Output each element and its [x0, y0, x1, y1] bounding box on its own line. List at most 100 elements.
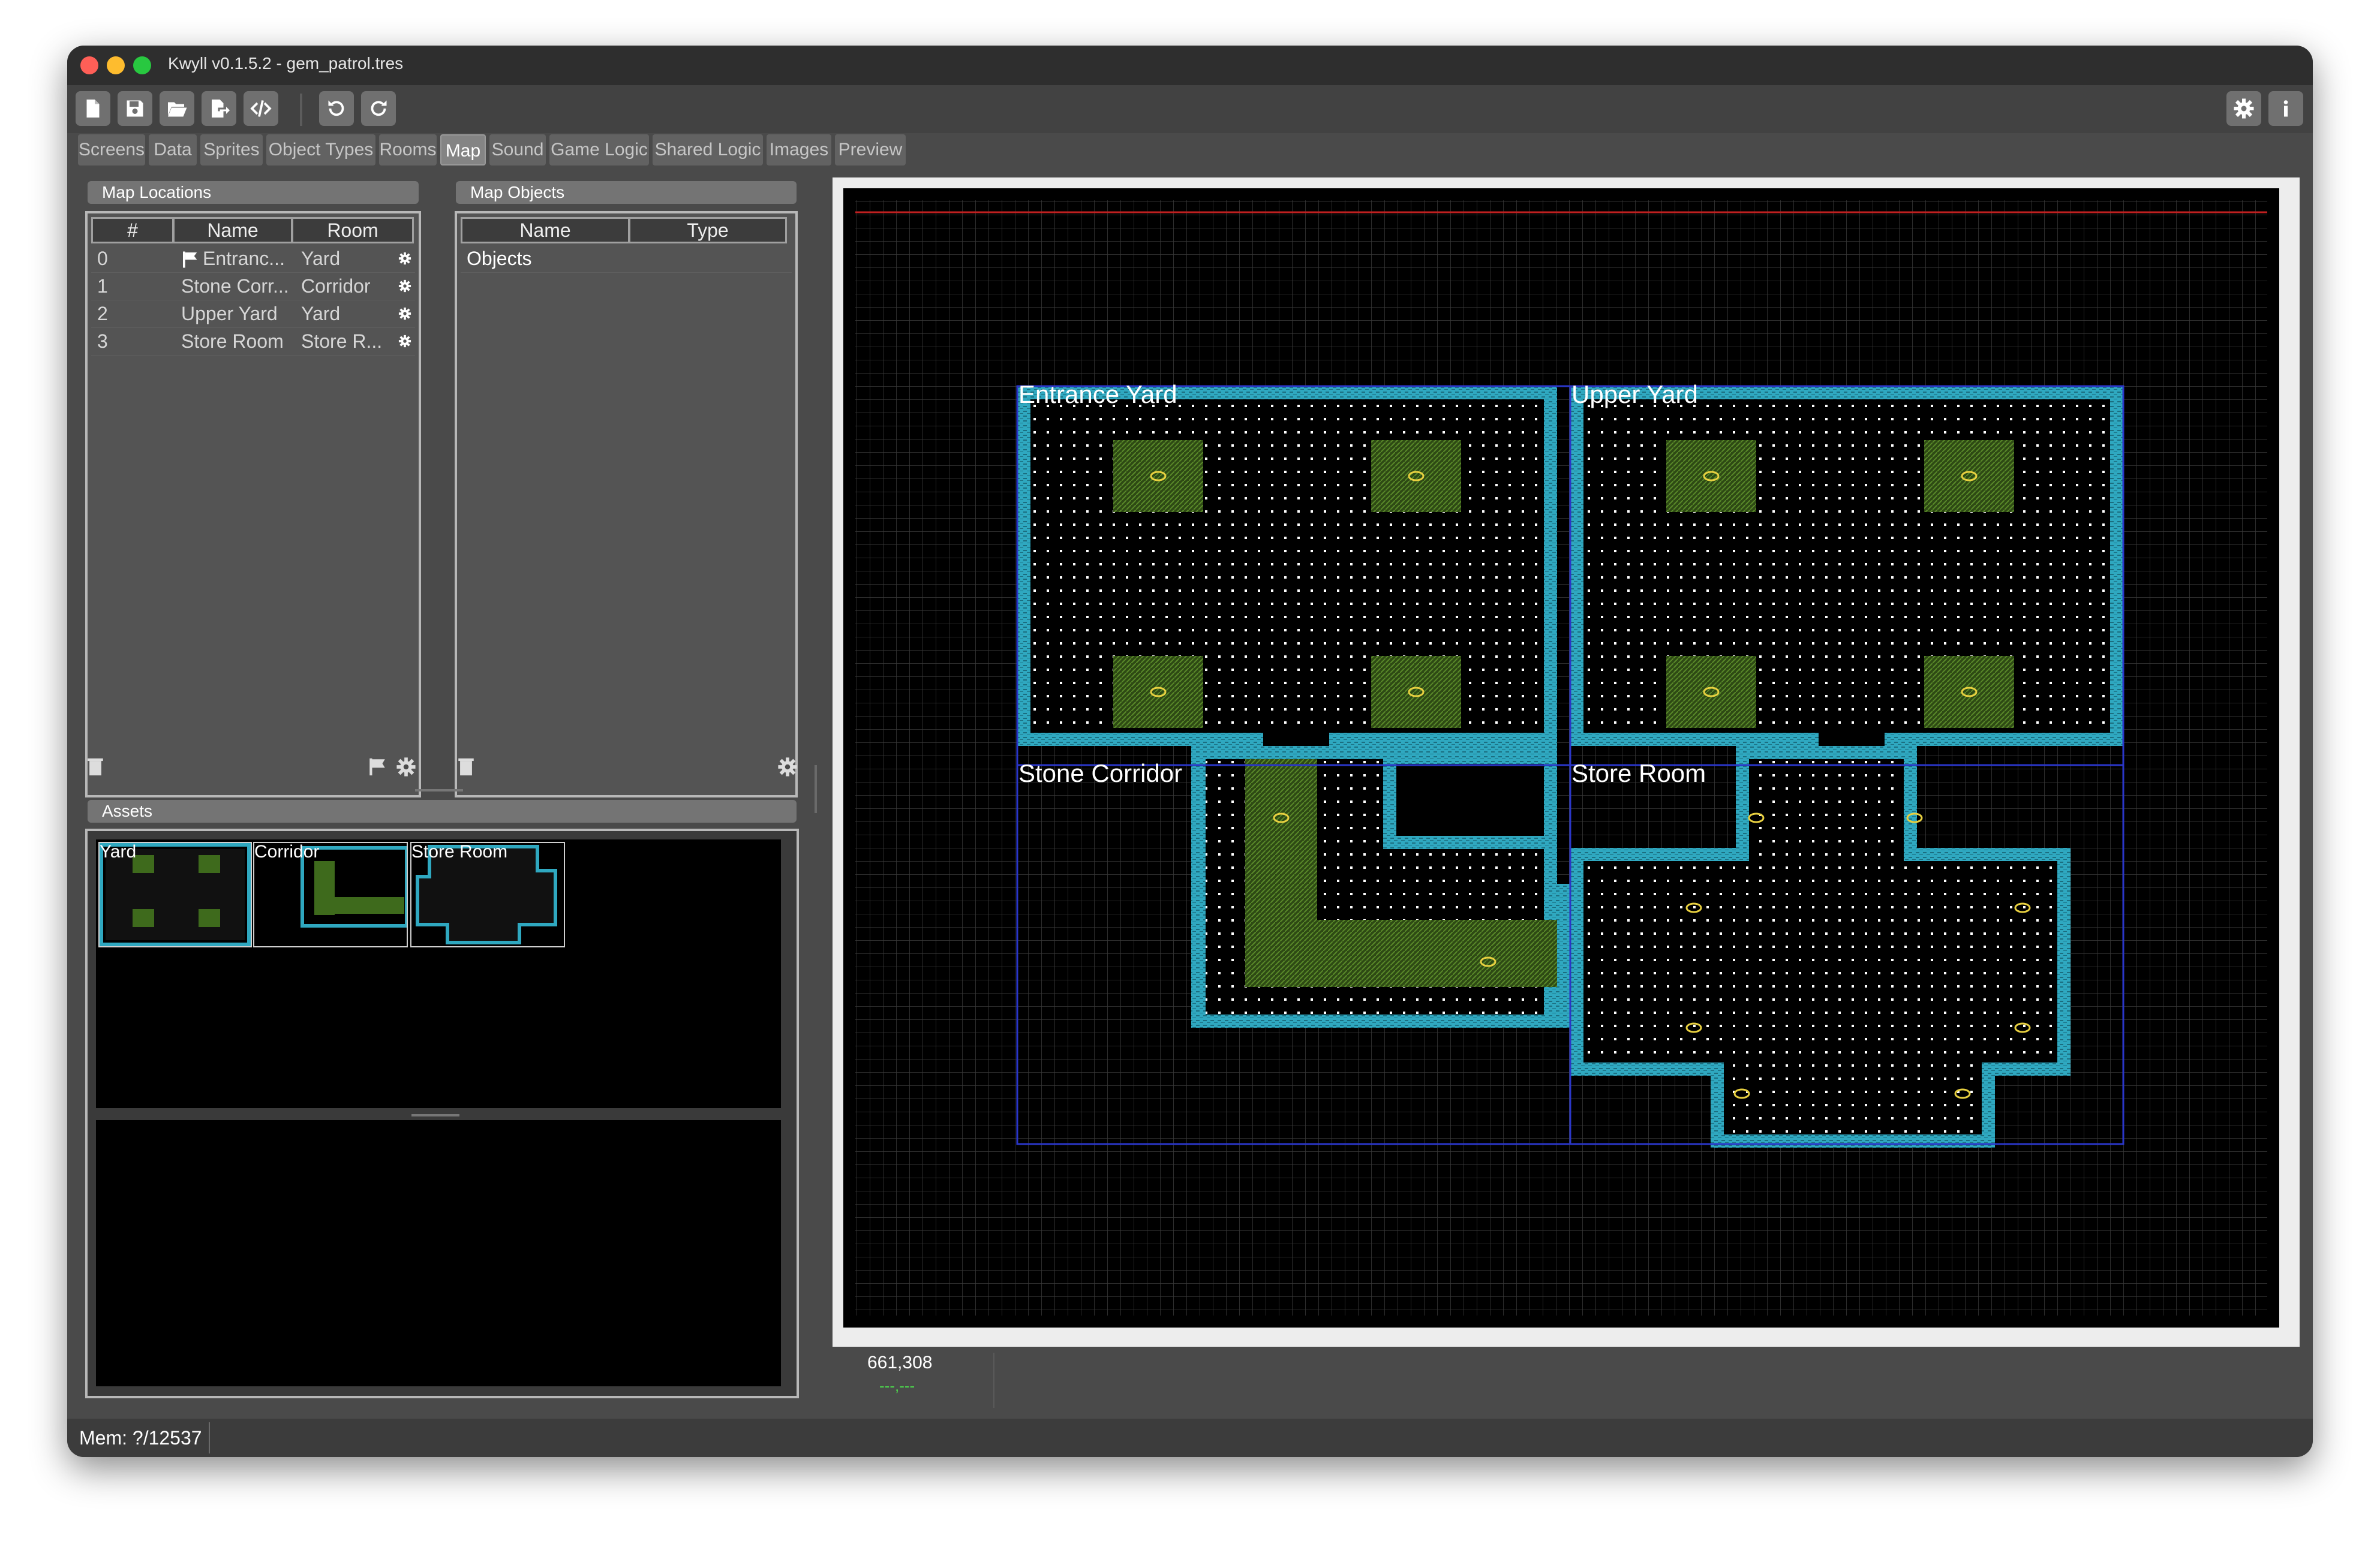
delete-location-icon[interactable] — [85, 757, 106, 777]
assets-header: Assets — [88, 800, 797, 823]
list-item[interactable]: Objects — [461, 245, 792, 273]
redo-icon — [371, 100, 387, 116]
asset-thumb-store-room[interactable]: Store Room — [410, 842, 565, 947]
map-locations-header: Map Locations — [88, 181, 419, 204]
assets-splitter[interactable] — [411, 1114, 459, 1116]
room-label-entrance-yard: Entrance Yard — [1018, 380, 1177, 408]
gear-icon[interactable] — [396, 757, 416, 777]
tab-object-types[interactable]: Object Types — [266, 134, 375, 165]
tab-screens[interactable]: Screens — [78, 134, 145, 165]
vertical-splitter[interactable] — [815, 765, 817, 813]
delete-object-icon[interactable] — [456, 757, 476, 777]
tab-rooms[interactable]: Rooms — [379, 134, 437, 165]
map-objects-header: Map Objects — [456, 181, 797, 204]
save-button[interactable] — [118, 91, 152, 126]
status-divider — [993, 1353, 994, 1408]
table-row[interactable]: 2 Upper Yard Yard — [91, 300, 415, 328]
gear-icon[interactable] — [398, 307, 411, 320]
row-name: Stone Corr... — [181, 275, 289, 297]
window-title: Kwyll v0.1.5.2 - gem_patrol.tres — [168, 54, 404, 73]
undo-icon — [328, 100, 344, 116]
tab-preview[interactable]: Preview — [835, 134, 906, 165]
splitter-handle[interactable] — [415, 789, 463, 791]
tab-shared-logic[interactable]: Shared Logic — [653, 134, 763, 165]
asset-grid[interactable]: Yard Corridor Store Room — [96, 839, 781, 1108]
cursor-coordinates: 661,308 — [867, 1353, 933, 1373]
maximize-button[interactable] — [133, 56, 151, 74]
column-header-room[interactable]: Room — [292, 217, 414, 243]
table-row[interactable]: 0 Entranc... Yard — [91, 245, 415, 273]
map-canvas[interactable]: Entrance Yard Upper Yard Stone Corridor … — [843, 188, 2279, 1328]
asset-label: Store Room — [411, 842, 508, 862]
app-window: Kwyll v0.1.5.2 - gem_patrol.tres Screens… — [67, 46, 2313, 1457]
row-room: Store R... — [301, 330, 383, 352]
map-drawing[interactable] — [843, 188, 2279, 1328]
row-name: Entranc... — [203, 248, 285, 269]
map-objects-list[interactable]: Name Type Objects — [455, 211, 798, 797]
column-header-number[interactable]: # — [91, 217, 174, 243]
room-label-stone-corridor: Stone Corridor — [1018, 759, 1183, 787]
save-icon — [127, 100, 143, 117]
settings-button[interactable] — [2226, 91, 2261, 126]
column-header-name[interactable]: Name — [461, 217, 630, 243]
title-bar: Kwyll v0.1.5.2 - gem_patrol.tres — [67, 46, 2313, 85]
row-number: 3 — [97, 330, 108, 352]
export-button[interactable] — [202, 91, 236, 126]
row-number: 1 — [97, 275, 108, 297]
row-room: Corridor — [301, 275, 371, 297]
map-locations-list[interactable]: # Name Room 0 Entranc... Yard 1 Stone Co… — [85, 211, 421, 797]
memory-status: Mem: ?/12537 — [79, 1427, 202, 1449]
asset-preview — [96, 1120, 781, 1386]
row-name: Upper Yard — [181, 303, 278, 324]
gear-icon[interactable] — [398, 335, 411, 348]
tab-images[interactable]: Images — [767, 134, 831, 165]
close-button[interactable] — [80, 56, 98, 74]
info-button[interactable] — [2268, 91, 2303, 126]
asset-thumb-yard[interactable]: Yard — [98, 842, 252, 947]
undo-button[interactable] — [319, 91, 354, 126]
new-file-button[interactable] — [76, 91, 110, 126]
room-label-store-room: Store Room — [1571, 759, 1706, 787]
toolbar — [67, 85, 2313, 133]
flag-icon — [183, 251, 197, 268]
assets-panel: Yard Corridor Store Room — [85, 829, 799, 1398]
gear-icon[interactable] — [777, 757, 798, 777]
tile-coordinates: ---,--- — [879, 1377, 915, 1395]
table-row[interactable]: 3 Store Room Store R... — [91, 327, 415, 356]
redo-button[interactable] — [361, 91, 396, 126]
code-button[interactable] — [244, 91, 278, 126]
asset-label: Corridor — [254, 842, 320, 862]
row-number: 0 — [97, 248, 108, 269]
map-canvas-frame: Entrance Yard Upper Yard Stone Corridor … — [833, 177, 2300, 1347]
status-bar: Mem: ?/12537 — [67, 1419, 2313, 1457]
asset-label: Yard — [100, 842, 137, 862]
room-label-upper-yard: Upper Yard — [1571, 380, 1698, 408]
row-room: Yard — [301, 248, 341, 269]
export-icon — [212, 100, 230, 118]
gear-icon[interactable] — [398, 279, 411, 293]
table-row[interactable]: 1 Stone Corr... Corridor — [91, 272, 415, 300]
tab-data[interactable]: Data — [149, 134, 197, 165]
open-folder-icon — [168, 102, 187, 117]
column-header-name[interactable]: Name — [173, 217, 293, 243]
asset-thumb-corridor[interactable]: Corridor — [253, 842, 408, 947]
row-name: Store Room — [181, 330, 284, 352]
info-icon — [2283, 100, 2288, 117]
tab-game-logic[interactable]: Game Logic — [549, 134, 649, 165]
row-room: Yard — [301, 303, 341, 324]
tab-sound[interactable]: Sound — [489, 134, 546, 165]
tab-sprites[interactable]: Sprites — [200, 134, 263, 165]
code-icon — [250, 100, 272, 117]
toolbar-separator — [300, 94, 302, 126]
column-header-type[interactable]: Type — [629, 217, 787, 243]
tab-map[interactable]: Map — [440, 134, 486, 165]
status-separator — [209, 1422, 210, 1453]
new-file-icon — [86, 100, 100, 118]
object-name: Objects — [467, 248, 532, 269]
row-number: 2 — [97, 303, 108, 324]
open-button[interactable] — [160, 91, 194, 126]
minimize-button[interactable] — [107, 56, 125, 74]
gear-icon[interactable] — [398, 252, 411, 265]
flag-icon[interactable] — [367, 757, 387, 777]
settings-icon — [2234, 98, 2254, 119]
